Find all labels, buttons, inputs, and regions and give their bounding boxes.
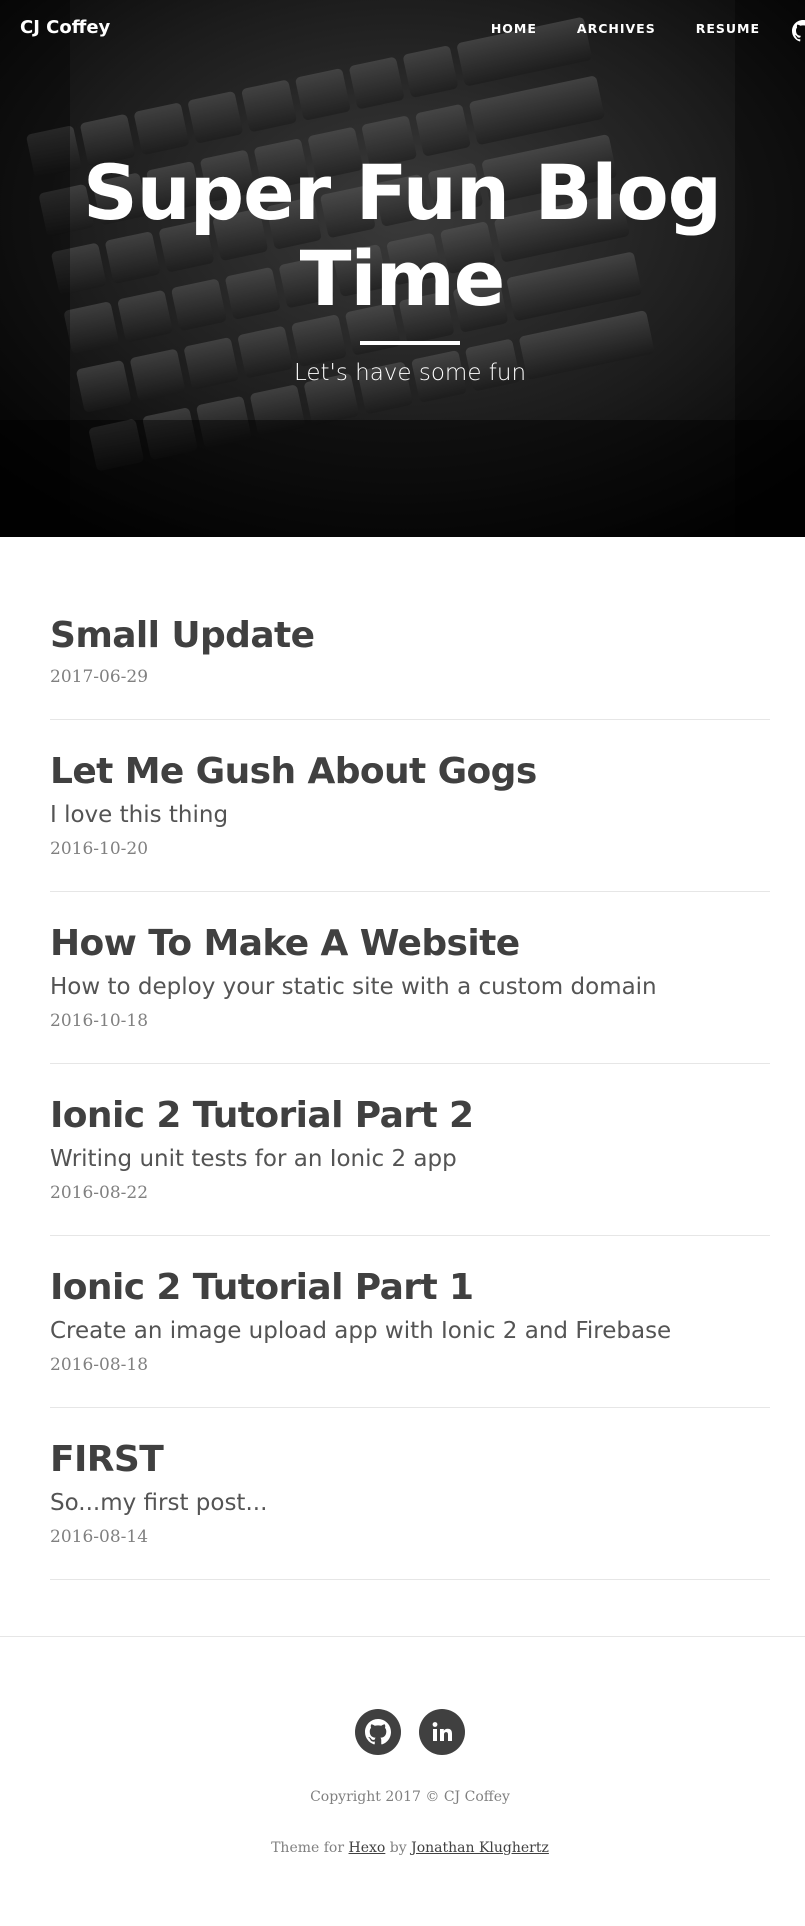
post-title[interactable]: How To Make A Website (50, 922, 770, 966)
post-title[interactable]: Ionic 2 Tutorial Part 2 (50, 1094, 770, 1138)
theme-credits: Theme for Hexo by Jonathan Klughertz (0, 1840, 805, 1856)
post-title[interactable]: FIRST (50, 1438, 770, 1482)
post-subtitle: I love this thing (50, 802, 229, 828)
title-divider (360, 341, 460, 345)
post-date: 2016-10-18 (50, 1011, 149, 1031)
post-subtitle: Writing unit tests for an Ionic 2 app (50, 1146, 457, 1172)
post-date: 2016-08-22 (50, 1183, 149, 1203)
post-title[interactable]: Ionic 2 Tutorial Part 1 (50, 1266, 770, 1310)
nav-home-link[interactable]: HOME (491, 21, 537, 36)
post-preview[interactable]: Let Me Gush About Gogs I love this thing… (50, 720, 770, 892)
brand-link[interactable]: CJ Coffey (20, 17, 110, 38)
post-preview[interactable]: Ionic 2 Tutorial Part 1 Create an image … (50, 1236, 770, 1408)
nav-resume-link[interactable]: RESUME (696, 21, 760, 36)
by-text: by (389, 1840, 407, 1856)
post-list: Small Update 2017-06-29 Let Me Gush Abou… (50, 584, 770, 1580)
post-preview[interactable]: FIRST So...my first post... 2016-08-14 (50, 1408, 770, 1580)
author-link[interactable]: Jonathan Klughertz (411, 1840, 549, 1856)
page-title: Super Fun Blog Time (82, 148, 722, 323)
post-date: 2016-10-20 (50, 839, 149, 859)
social-links (355, 1709, 465, 1755)
footer-linkedin-button[interactable] (419, 1709, 465, 1755)
theme-prefix: Theme for (271, 1840, 345, 1856)
post-subtitle: So...my first post... (50, 1490, 268, 1516)
post-title[interactable]: Let Me Gush About Gogs (50, 750, 770, 794)
post-preview[interactable]: How To Make A Website How to deploy your… (50, 892, 770, 1064)
post-date: 2017-06-29 (50, 667, 149, 687)
nav-archives-link[interactable]: ARCHIVES (577, 21, 656, 36)
nav-links: HOME ARCHIVES RESUME (491, 21, 760, 36)
github-icon (365, 1719, 391, 1745)
footer-github-button[interactable] (355, 1709, 401, 1755)
hero-header: CJ Coffey HOME ARCHIVES RESUME Super Fun… (0, 0, 805, 537)
github-icon[interactable] (792, 20, 805, 42)
post-subtitle: Create an image upload app with Ionic 2 … (50, 1318, 672, 1344)
page-subtitle: Let's have some fun (293, 360, 527, 386)
post-preview[interactable]: Ionic 2 Tutorial Part 2 Writing unit tes… (50, 1064, 770, 1236)
hexo-link[interactable]: Hexo (349, 1840, 386, 1856)
copyright-text: Copyright 2017 © CJ Coffey (310, 1789, 510, 1805)
footer-divider (0, 1636, 805, 1637)
linkedin-icon (432, 1722, 452, 1741)
post-date: 2016-08-18 (50, 1355, 149, 1375)
post-date: 2016-08-14 (50, 1527, 149, 1547)
post-preview[interactable]: Small Update 2017-06-29 (50, 584, 770, 720)
post-subtitle: How to deploy your static site with a cu… (50, 974, 657, 1000)
post-title[interactable]: Small Update (50, 614, 770, 658)
top-navbar: CJ Coffey HOME ARCHIVES RESUME (0, 0, 805, 62)
